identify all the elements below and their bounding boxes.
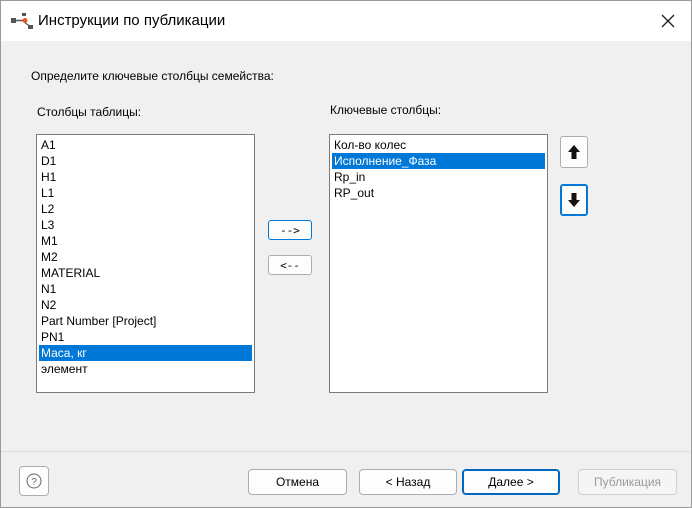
help-button[interactable]: ? [19,466,49,496]
table-column-item[interactable]: L3 [39,217,252,233]
dialog-window: Инструкции по публикации Определите ключ… [0,0,692,508]
move-down-button[interactable] [560,184,588,216]
table-column-item[interactable]: M2 [39,249,252,265]
table-column-item[interactable]: Part Number [Project] [39,313,252,329]
table-column-item[interactable]: A1 [39,137,252,153]
table-column-item[interactable]: L2 [39,201,252,217]
table-column-item[interactable]: MATERIAL [39,265,252,281]
title-bar: Инструкции по публикации [1,1,691,41]
footer-separator [1,451,691,452]
arrow-up-icon [568,145,580,159]
key-column-item[interactable]: Rp_in [332,169,545,185]
close-icon [661,14,675,28]
help-icon: ? [26,473,42,489]
add-column-button[interactable]: --> [268,220,312,240]
table-column-item[interactable]: M1 [39,233,252,249]
instruction-text: Определите ключевые столбцы семейства: [31,69,274,83]
table-column-item[interactable]: D1 [39,153,252,169]
remove-column-button[interactable]: <-- [268,255,312,275]
key-column-item[interactable]: RP_out [332,185,545,201]
table-column-item[interactable]: H1 [39,169,252,185]
publish-flow-icon [11,13,33,29]
close-button[interactable] [653,7,683,35]
table-column-item[interactable]: элемент [39,361,252,377]
cancel-button[interactable]: Отмена [248,469,347,495]
table-columns-list[interactable]: A1 D1 H1 L1 L2 L3 M1 M2 MATERIAL N1 N2 Part Number … [36,134,255,393]
window-title: Инструкции по публикации [38,12,226,29]
table-column-item[interactable]: Масa, кг [39,345,252,361]
table-column-item[interactable]: N2 [39,297,252,313]
publish-button[interactable]: Публикация [578,469,677,495]
help-glyph: ? [31,477,37,488]
back-button[interactable]: < Назад [359,469,457,495]
table-column-item[interactable]: L1 [39,185,252,201]
table-column-item[interactable]: PN1 [39,329,252,345]
key-column-item[interactable]: Кол-во колес [332,137,545,153]
table-columns-label: Столбцы таблицы: [37,105,142,119]
move-up-button[interactable] [560,136,588,168]
key-columns-label: Ключевые столбцы: [330,103,442,117]
key-columns-list[interactable]: Кол-во колес Исполнение_Фаза Rp_in RP_out [329,134,548,393]
next-button[interactable]: Далее > [462,469,560,495]
key-column-item[interactable]: Исполнение_Фаза [332,153,545,169]
table-column-item[interactable]: N1 [39,281,252,297]
arrow-down-icon [568,193,580,207]
